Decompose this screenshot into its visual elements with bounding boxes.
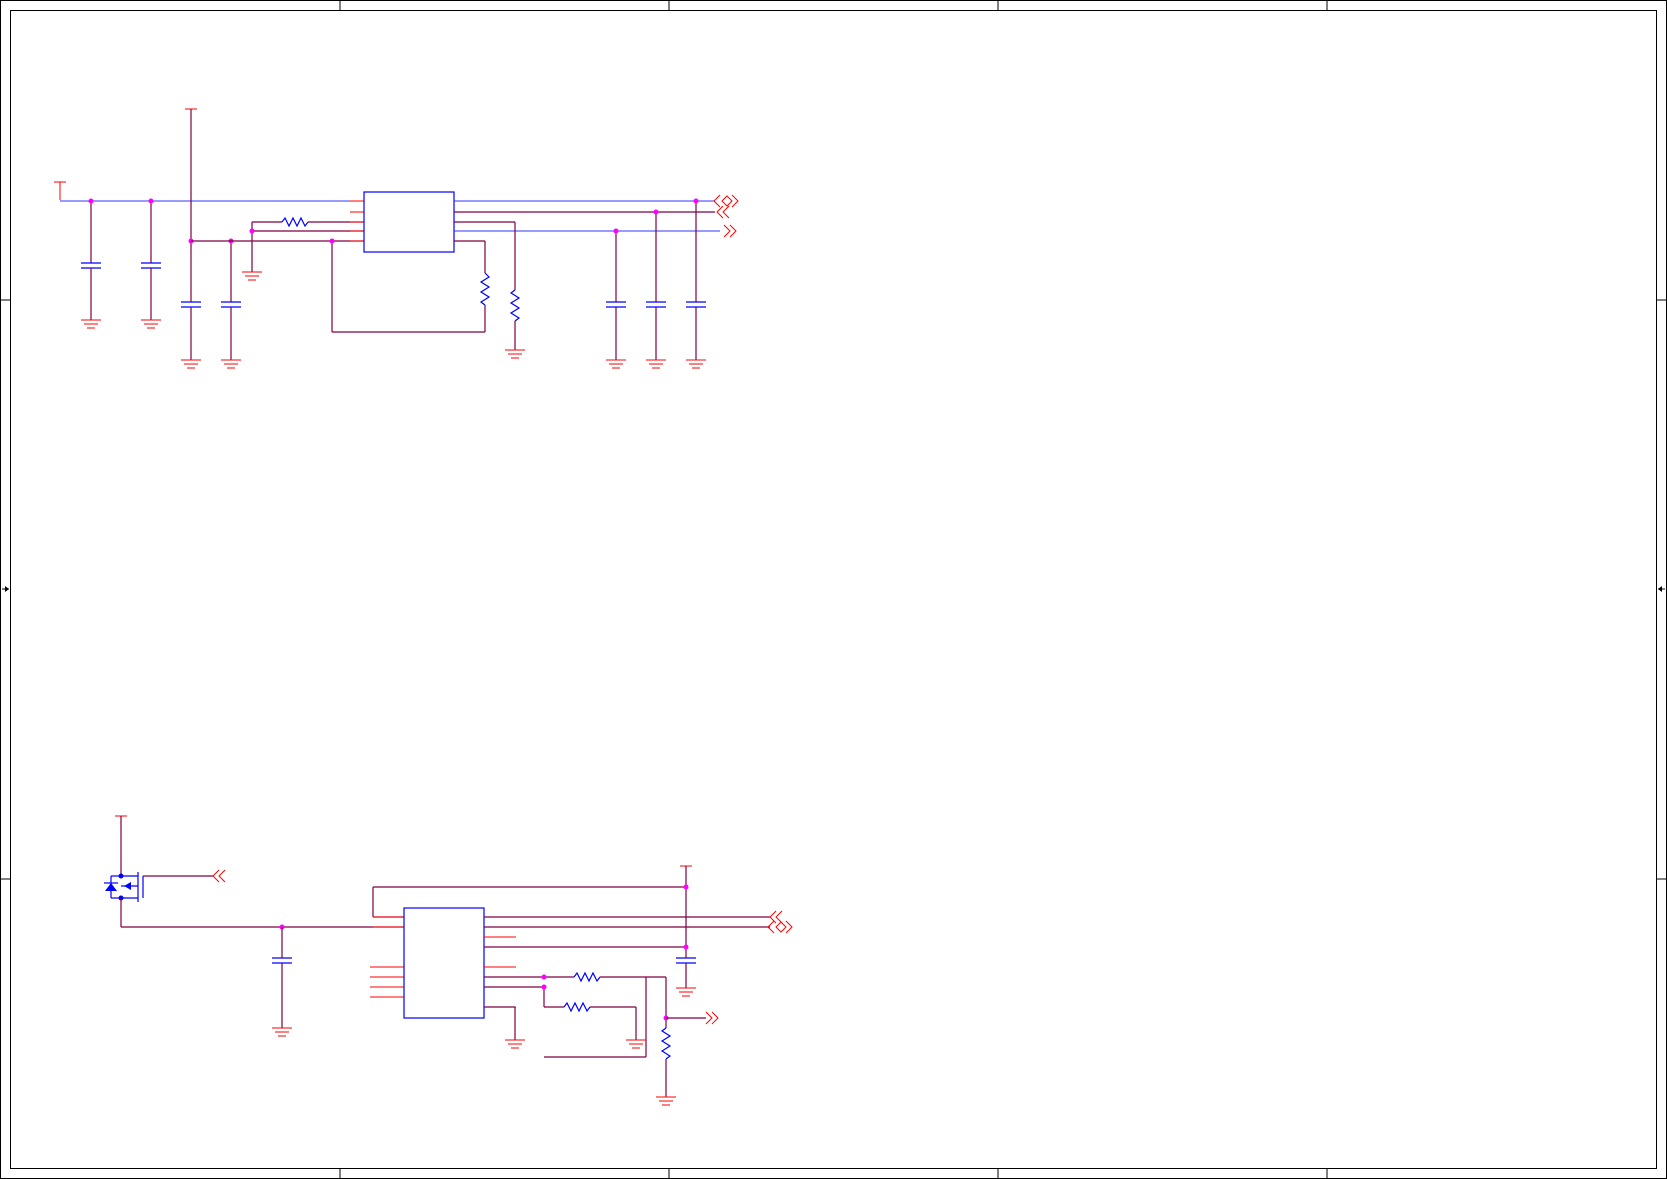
lower-load-switch-circuit bbox=[104, 815, 793, 1106]
schematic-canvas bbox=[0, 0, 1667, 1179]
output-capacitor-2 bbox=[646, 209, 666, 369]
gate-control-net bbox=[143, 869, 226, 883]
input-capacitor-2 bbox=[141, 198, 161, 329]
sheet-frame bbox=[0, 0, 1667, 1179]
regulator-ic bbox=[363, 191, 455, 253]
output-capacitor-3 bbox=[686, 198, 706, 369]
offsheet-port-bidir bbox=[713, 194, 739, 208]
output-capacitor-1 bbox=[606, 228, 626, 369]
ic1-right-pins bbox=[454, 200, 468, 232]
vcc-power-symbol bbox=[185, 108, 197, 302]
offsheet-port-output bbox=[723, 224, 737, 238]
ic2-resistor-2 bbox=[484, 984, 646, 1049]
supply-capacitor-2 bbox=[221, 238, 241, 369]
vin-power-symbol bbox=[54, 181, 66, 200]
ic2-right-pins bbox=[484, 916, 516, 1008]
series-resistor bbox=[251, 216, 364, 231]
input-capacitor-1 bbox=[81, 198, 101, 329]
ic2-offsheet-port-2 bbox=[767, 920, 793, 934]
ic1-left-pins bbox=[350, 200, 364, 242]
ic2-vdd-symbol bbox=[676, 865, 696, 997]
driver-ic bbox=[403, 907, 485, 1019]
switch-capacitor bbox=[272, 924, 292, 1037]
pulldown-resistor bbox=[505, 222, 525, 359]
offsheet-port-input bbox=[716, 205, 730, 219]
upper-regulator-circuit bbox=[54, 108, 739, 369]
ic2-left-pins bbox=[370, 916, 404, 998]
load-switch-mosfet bbox=[104, 872, 144, 902]
switch-supply-symbol bbox=[115, 815, 127, 876]
ic2-offsheet-port-1 bbox=[769, 910, 783, 924]
ic2-ground bbox=[484, 1006, 525, 1049]
gnd-stub bbox=[242, 228, 364, 281]
ic2-top-loop bbox=[372, 886, 686, 918]
